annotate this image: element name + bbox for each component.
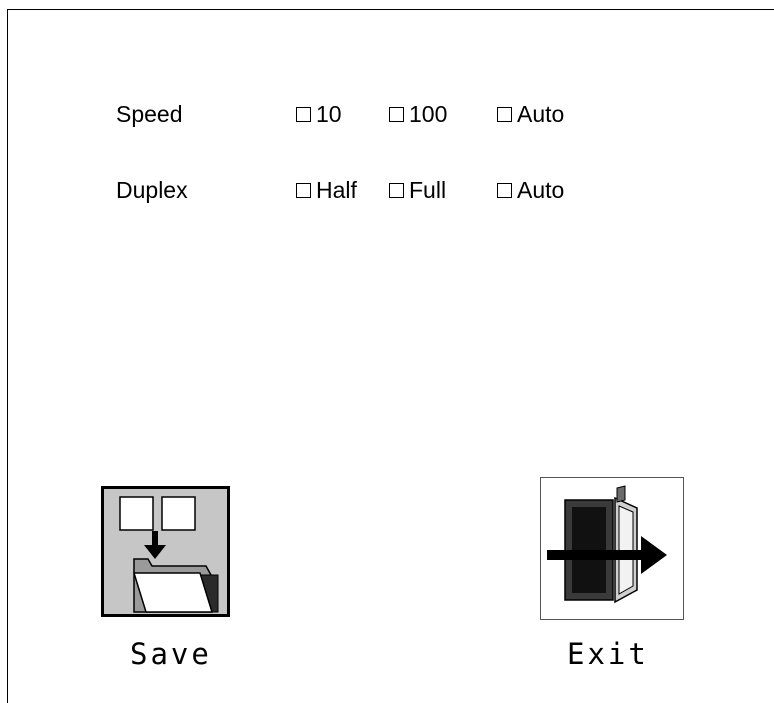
speed-10-label: 10: [316, 101, 342, 127]
duplex-label: Duplex: [116, 177, 188, 203]
speed-auto-label: Auto: [517, 101, 565, 127]
speed-option-10[interactable]: 10: [296, 101, 342, 127]
save-folder-icon: [119, 496, 219, 613]
exit-button[interactable]: [540, 477, 684, 620]
duplex-full-checkbox[interactable]: [389, 182, 404, 198]
duplex-option-half[interactable]: Half: [296, 177, 357, 203]
duplex-auto-label: Auto: [517, 177, 565, 203]
exit-caption: Exit: [567, 637, 649, 671]
speed-100-checkbox[interactable]: [389, 106, 404, 122]
duplex-half-checkbox[interactable]: [296, 182, 311, 198]
exit-door-icon: [547, 485, 667, 604]
duplex-option-full[interactable]: Full: [389, 177, 446, 203]
speed-option-100[interactable]: 100: [389, 101, 447, 127]
speed-label: Speed: [116, 101, 183, 127]
duplex-half-label: Half: [316, 177, 357, 203]
save-caption: Save: [130, 637, 212, 671]
save-button[interactable]: [101, 486, 230, 617]
duplex-full-label: Full: [409, 177, 447, 203]
speed-100-label: 100: [409, 101, 448, 127]
speed-option-auto[interactable]: Auto: [497, 101, 564, 127]
speed-auto-checkbox[interactable]: [497, 106, 512, 122]
duplex-auto-checkbox[interactable]: [497, 182, 512, 198]
duplex-option-auto[interactable]: Auto: [497, 177, 564, 203]
speed-10-checkbox[interactable]: [296, 106, 311, 122]
